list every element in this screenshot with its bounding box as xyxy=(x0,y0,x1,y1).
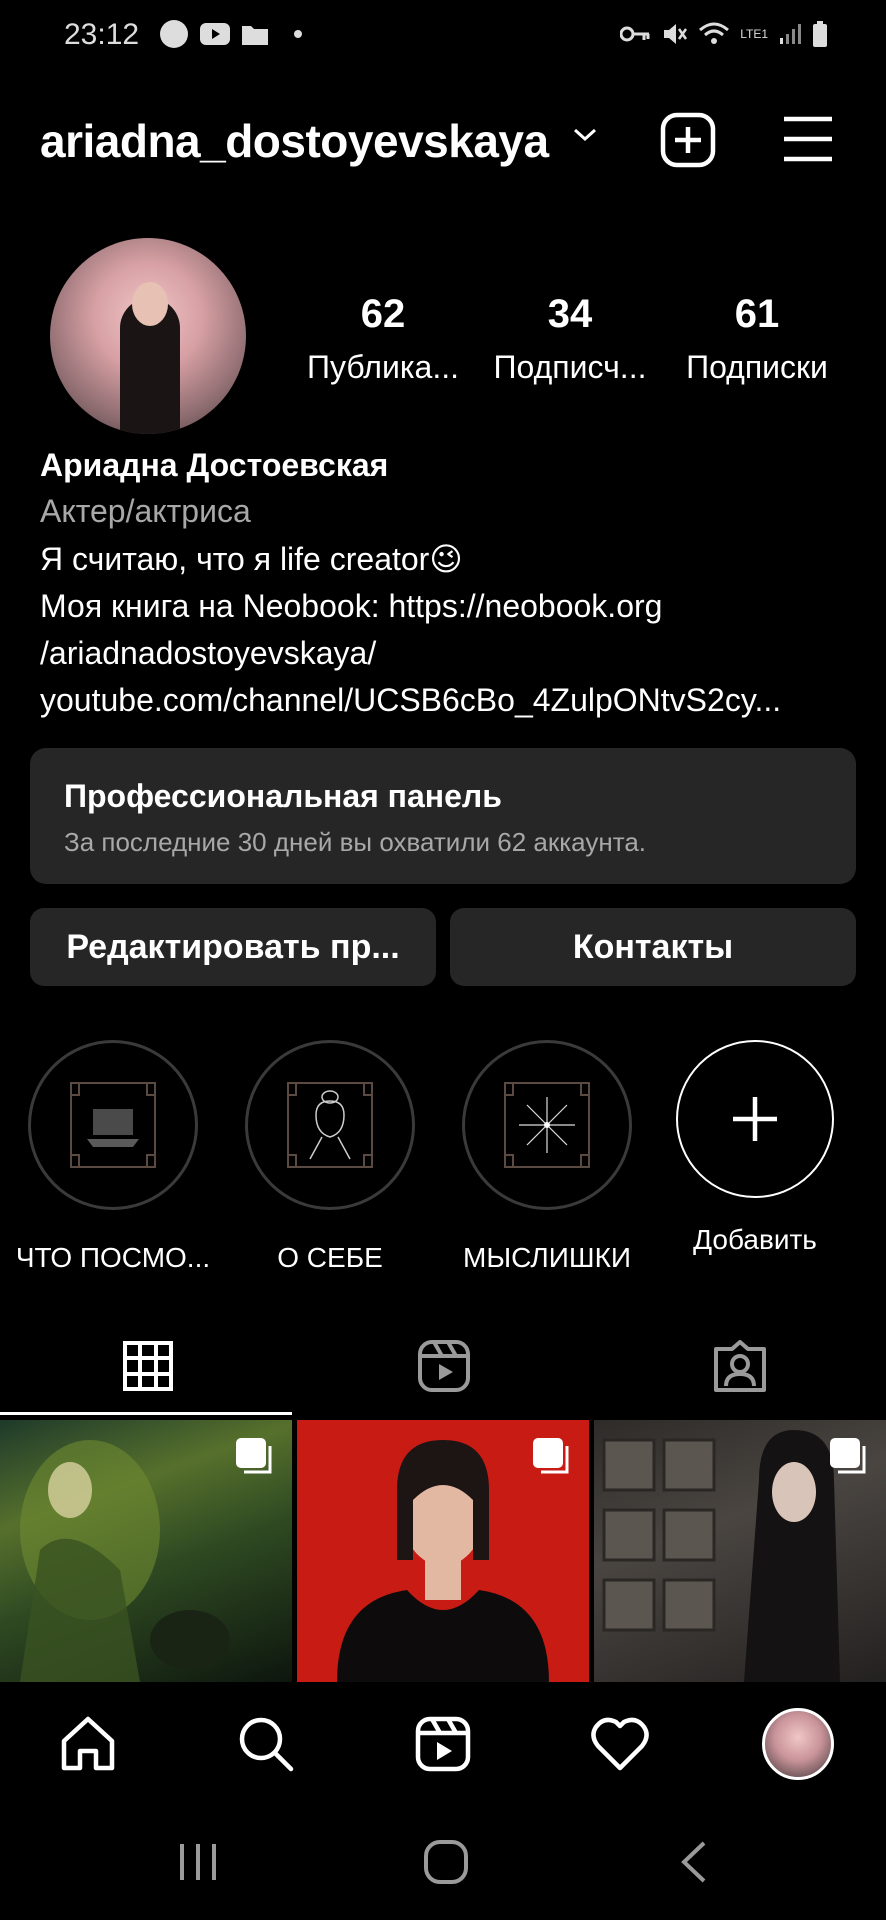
nav-reels[interactable] xyxy=(403,1704,483,1784)
create-post-button[interactable] xyxy=(660,112,716,168)
nav-activity[interactable] xyxy=(580,1704,660,1784)
following-count: 61 xyxy=(734,292,780,336)
bottom-nav xyxy=(0,1682,886,1804)
active-tab-indicator xyxy=(0,1412,292,1415)
tab-grid[interactable] xyxy=(0,1318,295,1414)
chevron-down-icon[interactable] xyxy=(572,126,598,144)
post-thumbnail[interactable] xyxy=(0,1420,292,1682)
bio-line: Я считаю, что я life creator😉 xyxy=(40,541,463,577)
carousel-icon xyxy=(236,1438,272,1474)
profile-header: ariadna_dostoyevskaya xyxy=(0,100,886,180)
followers-label: Подписч... xyxy=(493,349,647,385)
avatar-head xyxy=(132,282,168,326)
mute-icon xyxy=(664,24,688,44)
posts-count: 62 xyxy=(360,292,406,336)
vpn-key-icon xyxy=(620,26,650,42)
grid-icon xyxy=(122,1341,173,1391)
status-bar: 23:12 LTE1 xyxy=(0,0,886,76)
professional-dashboard[interactable]: Профессиональная панель За последние 30 … xyxy=(30,748,856,884)
highlight-item[interactable]: ЧТО ПОСМО... xyxy=(16,1040,210,1274)
highlight-label: О СЕБЕ xyxy=(277,1242,383,1273)
stat-followers[interactable]: 34 Подписч... xyxy=(480,292,660,386)
contacts-button[interactable]: Контакты xyxy=(450,908,856,986)
highlight-cover xyxy=(38,1050,188,1200)
status-left-icons xyxy=(160,20,302,48)
tab-reels[interactable] xyxy=(296,1318,591,1414)
reels-icon xyxy=(415,1716,471,1772)
youtube-notification-icon xyxy=(200,23,230,45)
network-label: LTE1 xyxy=(740,27,768,41)
add-highlight-ring xyxy=(676,1040,834,1198)
profile-category: Актер/актриса xyxy=(40,493,251,529)
highlight-item[interactable]: МЫСЛИШКИ xyxy=(462,1040,632,1274)
stat-posts[interactable]: 62 Публика... xyxy=(293,292,473,386)
carousel-icon xyxy=(533,1438,569,1474)
recent-apps-icon xyxy=(180,1844,216,1880)
highlight-ring xyxy=(462,1040,632,1210)
home-button[interactable] xyxy=(406,1834,486,1890)
highlight-cover xyxy=(472,1050,622,1200)
battery-icon xyxy=(813,21,827,47)
nav-profile[interactable] xyxy=(758,1704,838,1784)
followers-count: 34 xyxy=(547,292,593,336)
search-icon xyxy=(239,1717,294,1772)
more-notifications-dot-icon xyxy=(294,30,302,38)
wifi-icon xyxy=(699,22,730,44)
profile-name: Ариадна Достоевская xyxy=(40,447,389,483)
system-nav xyxy=(0,1804,886,1920)
post-thumbnail[interactable] xyxy=(297,1420,589,1682)
highlight-item[interactable]: О СЕБЕ xyxy=(245,1040,415,1274)
heart-icon xyxy=(591,1717,649,1771)
bio-link-neobook-cont[interactable]: /ariadnadostoyevskaya/ xyxy=(40,630,860,677)
pro-panel-title: Профессиональная панель xyxy=(64,778,502,814)
home-circle-icon xyxy=(424,1840,468,1884)
highlight-cover xyxy=(255,1050,405,1200)
stat-following[interactable]: 61 Подписки xyxy=(667,292,847,386)
highlight-ring xyxy=(245,1040,415,1210)
status-right-icons: LTE1 xyxy=(620,20,828,48)
bio-link-youtube[interactable]: youtube.com/channel/UCSB6cBo_4ZulpONtvS2… xyxy=(40,677,860,724)
portrait-sketch-icon xyxy=(287,1082,373,1168)
profile-avatar-small xyxy=(762,1708,834,1780)
folder-notification-icon xyxy=(242,26,268,45)
notification-circle-icon xyxy=(160,20,188,48)
nav-home[interactable] xyxy=(48,1704,128,1784)
tab-tagged[interactable] xyxy=(592,1318,886,1414)
menu-hamburger-icon[interactable] xyxy=(782,114,834,164)
reels-icon xyxy=(417,1340,470,1392)
status-time: 23:12 xyxy=(64,18,140,51)
profile-avatar[interactable] xyxy=(50,238,246,434)
back-button[interactable] xyxy=(654,1834,734,1890)
home-icon xyxy=(61,1716,115,1771)
pro-panel-subtitle: За последние 30 дней вы охватили 62 акка… xyxy=(64,827,647,857)
add-highlight[interactable]: Добавить xyxy=(670,1040,840,1256)
edit-profile-button[interactable]: Редактировать пр... xyxy=(30,908,436,986)
following-label: Подписки xyxy=(686,349,828,385)
signal-icon xyxy=(780,24,801,44)
post-thumbnail[interactable] xyxy=(594,1420,886,1682)
posts-label: Публика... xyxy=(307,349,459,385)
recent-apps-button[interactable] xyxy=(158,1834,238,1890)
nav-search[interactable] xyxy=(226,1704,306,1784)
tagged-icon xyxy=(713,1340,766,1392)
bio-link-neobook[interactable]: Моя книга на Neobook: https://neobook.or… xyxy=(40,583,860,630)
back-chevron-icon xyxy=(681,1841,706,1883)
plus-icon xyxy=(733,1097,777,1141)
highlight-label: МЫСЛИШКИ xyxy=(463,1242,631,1273)
highlight-ring xyxy=(28,1040,198,1210)
laptop-icon xyxy=(70,1082,156,1168)
highlight-label: ЧТО ПОСМО... xyxy=(15,1242,211,1273)
bio: Ариадна Достоевская Актер/актриса Я счит… xyxy=(40,444,860,724)
carousel-icon xyxy=(830,1438,866,1474)
username-switcher[interactable]: ariadna_dostoyevskaya xyxy=(40,114,549,168)
sparkle-icon xyxy=(504,1082,590,1168)
add-highlight-label: Добавить xyxy=(693,1224,817,1255)
